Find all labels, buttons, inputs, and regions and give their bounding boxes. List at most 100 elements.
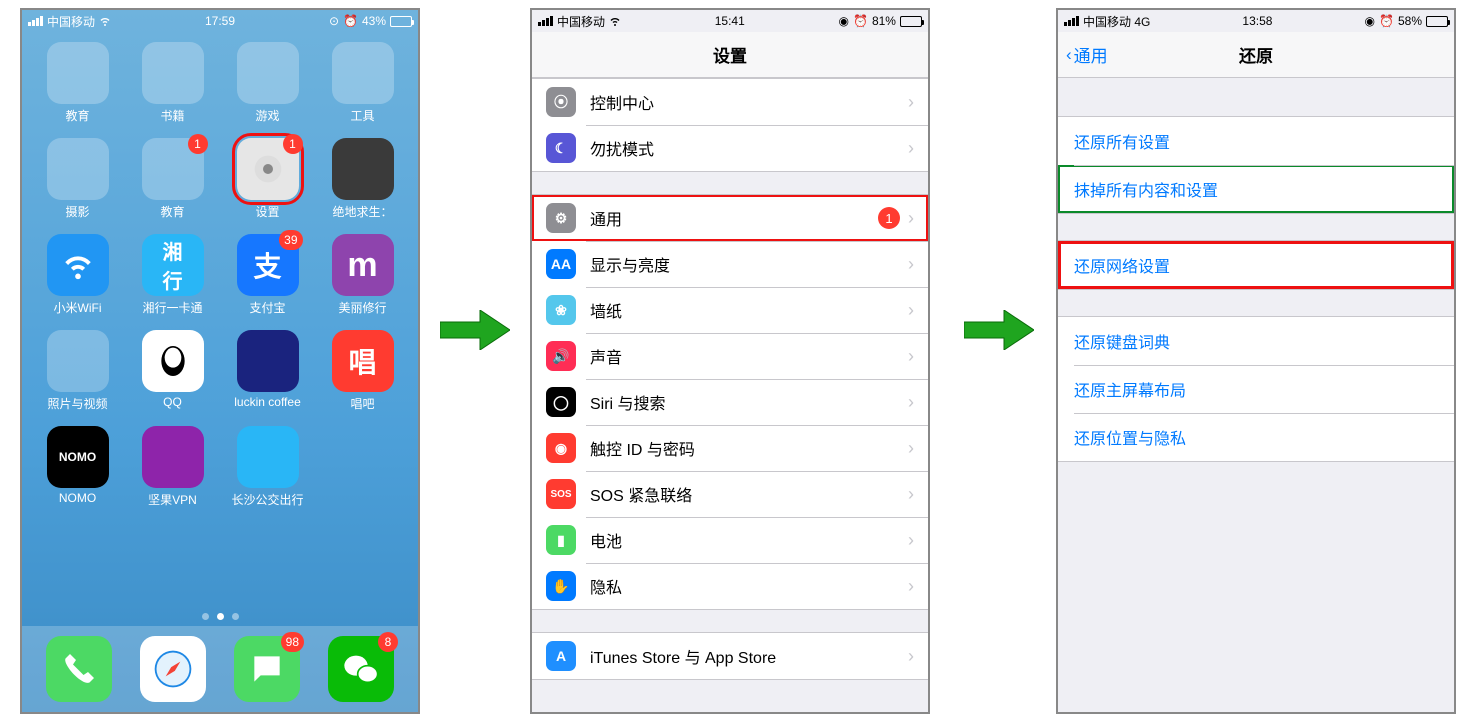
reset-group-0: 还原所有设置抹掉所有内容和设置 (1058, 116, 1454, 214)
app-label: 湘行一卡通 (142, 299, 202, 316)
page-title: 还原 (1239, 42, 1273, 67)
row-reset-keyboard-dict[interactable]: 还原键盘词典 (1058, 317, 1454, 365)
row-general[interactable]: ⚙通用1› (532, 195, 928, 241)
app-教育[interactable]: 教育 (33, 42, 123, 136)
badge: 1 (878, 207, 900, 229)
app-QQ[interactable]: QQ (128, 330, 218, 424)
carrier-label: 中国移动 (557, 13, 605, 30)
app-湘行一卡通[interactable]: 湘行湘行一卡通 (128, 234, 218, 328)
badge: 98 (281, 632, 304, 652)
row-label: 墙纸 (590, 298, 908, 322)
alarm-clock-icon: ⏰ (853, 14, 868, 28)
app-小米WiFi[interactable]: 小米WiFi (33, 234, 123, 328)
badge: 39 (279, 230, 302, 250)
app-绝地求生：[interactable]: 绝地求生： (318, 138, 408, 232)
chevron-right-icon: › (908, 530, 914, 551)
app-label: 小米WiFi (54, 299, 102, 316)
battery-icon (390, 16, 412, 27)
app-label: QQ (163, 395, 182, 409)
carrier-label: 中国移动 4G (1083, 13, 1150, 30)
app-支付宝[interactable]: 支39支付宝 (223, 234, 313, 328)
row-label: iTunes Store 与 App Store (590, 644, 908, 668)
messages-icon: 98 (234, 636, 300, 702)
row-label: 电池 (590, 528, 908, 552)
row-battery[interactable]: ▮电池› (532, 517, 928, 563)
书籍-icon (142, 42, 204, 104)
row-reset-location-privacy[interactable]: 还原位置与隐私 (1058, 413, 1454, 461)
row-itunes-appstore[interactable]: AiTunes Store 与 App Store› (532, 633, 928, 679)
摄影-icon (47, 138, 109, 200)
location-icon: ◉ (839, 14, 849, 28)
row-label: SOS 紧急联络 (590, 482, 908, 506)
app-坚果VPN[interactable]: 坚果VPN (128, 426, 218, 520)
QQ-icon (142, 330, 204, 392)
phone-home-screen: 中国移动 17:59 ⊙ ⏰ 43% 教育书籍游戏工具摄影1教育1设置绝地求生：… (20, 8, 420, 714)
app-美丽修行[interactable]: m美丽修行 (318, 234, 408, 328)
row-privacy[interactable]: ✋隐私› (532, 563, 928, 609)
home-screen-grid: 教育书籍游戏工具摄影1教育1设置绝地求生：小米WiFi湘行湘行一卡通支39支付宝… (22, 32, 418, 520)
row-label: 还原所有设置 (1074, 129, 1438, 153)
chevron-right-icon: › (908, 254, 914, 275)
wechat-app[interactable]: 8 (328, 636, 394, 702)
phone-icon (46, 636, 112, 702)
status-bar: 中国移动 17:59 ⊙ ⏰ 43% (22, 10, 418, 32)
chevron-right-icon: › (908, 484, 914, 505)
row-label: 还原位置与隐私 (1074, 425, 1438, 449)
row-reset-network[interactable]: 还原网络设置 (1058, 241, 1454, 289)
row-label: 抹掉所有内容和设置 (1074, 177, 1438, 201)
row-touchid-passcode[interactable]: ◉触控 ID 与密码› (532, 425, 928, 471)
alarm-icon: ⊙ (329, 14, 339, 28)
chevron-right-icon: › (908, 438, 914, 459)
app-唱吧[interactable]: 唱唱吧 (318, 330, 408, 424)
row-reset-all-settings[interactable]: 还原所有设置 (1058, 117, 1454, 165)
app-label: 游戏 (255, 107, 279, 124)
唱吧-icon: 唱 (332, 330, 394, 392)
row-wallpaper[interactable]: ❀墙纸› (532, 287, 928, 333)
row-control-center[interactable]: ⦿控制中心› (532, 79, 928, 125)
row-siri-search[interactable]: ◯Siri 与搜索› (532, 379, 928, 425)
do-not-disturb-icon: ☾ (546, 133, 576, 163)
row-display-brightness[interactable]: AA显示与亮度› (532, 241, 928, 287)
status-time: 15:41 (715, 14, 745, 28)
app-照片与视频[interactable]: 照片与视频 (33, 330, 123, 424)
signal-icon (538, 16, 553, 26)
app-工具[interactable]: 工具 (318, 42, 408, 136)
row-reset-home-layout[interactable]: 还原主屏幕布局 (1058, 365, 1454, 413)
app-设置[interactable]: 1设置 (223, 138, 313, 232)
page-indicator[interactable] (22, 613, 418, 620)
app-教育[interactable]: 1教育 (128, 138, 218, 232)
phone-reset-screen: 中国移动 4G 13:58 ◉ ⏰ 58% ‹ 通用 还原 还原所有设置抹掉所有… (1056, 8, 1456, 714)
safari-app[interactable] (140, 636, 206, 702)
alarm-clock-icon: ⏰ (1379, 14, 1394, 28)
app-label: 设置 (255, 203, 279, 220)
app-摄影[interactable]: 摄影 (33, 138, 123, 232)
arrow-icon (964, 310, 1034, 350)
privacy-icon: ✋ (546, 571, 576, 601)
app-label: luckin coffee (234, 395, 301, 409)
app-书籍[interactable]: 书籍 (128, 42, 218, 136)
back-label: 通用 (1074, 42, 1108, 67)
app-长沙公交出行[interactable]: 长沙公交出行 (223, 426, 313, 520)
app-NOMO[interactable]: NOMONOMO (33, 426, 123, 520)
reset-list: 还原所有设置抹掉所有内容和设置还原网络设置还原键盘词典还原主屏幕布局还原位置与隐… (1058, 78, 1454, 462)
row-erase-all[interactable]: 抹掉所有内容和设置 (1058, 165, 1454, 213)
app-label: 绝地求生： (332, 203, 392, 220)
row-emergency-sos[interactable]: SOSSOS 紧急联络› (532, 471, 928, 517)
settings-list[interactable]: ⦿控制中心›☾勿扰模式›⚙通用1›AA显示与亮度›❀墙纸›🔊声音›◯Siri 与… (532, 78, 928, 712)
battery-icon (1426, 16, 1448, 27)
row-do-not-disturb[interactable]: ☾勿扰模式› (532, 125, 928, 171)
row-label: 显示与亮度 (590, 252, 908, 276)
长沙公交出行-icon (237, 426, 299, 488)
app-游戏[interactable]: 游戏 (223, 42, 313, 136)
app-label: 教育 (160, 203, 184, 220)
sounds-icon: 🔊 (546, 341, 576, 371)
back-button[interactable]: ‹ 通用 (1066, 42, 1108, 67)
settings-group-0: ⦿控制中心›☾勿扰模式› (532, 78, 928, 172)
phone-app[interactable] (46, 636, 112, 702)
row-sounds[interactable]: 🔊 声音› (532, 333, 928, 379)
chevron-right-icon: › (908, 346, 914, 367)
messages-app[interactable]: 98 (234, 636, 300, 702)
app-luckin coffee[interactable]: luckin coffee (223, 330, 313, 424)
row-label: 声音 (590, 344, 908, 368)
绝地求生：-icon (332, 138, 394, 200)
